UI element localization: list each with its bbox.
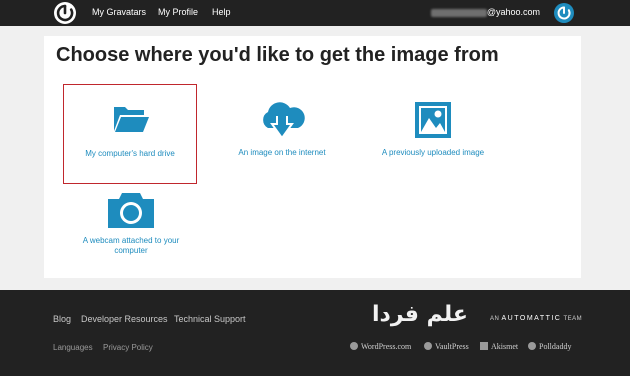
brand-akismet[interactable]: Akismet xyxy=(480,342,518,351)
camera-icon xyxy=(106,190,156,235)
brand-wordpress[interactable]: WordPress.com xyxy=(350,342,411,351)
email-domain: @yahoo.com xyxy=(486,7,540,17)
nav-my-gravatars[interactable]: My Gravatars xyxy=(92,7,146,17)
automattic-credit[interactable]: AN AUTOMATTIC TEAM xyxy=(490,315,582,322)
cloud-download-icon xyxy=(256,98,308,147)
automattic-prefix: AN xyxy=(490,316,500,322)
nav-help[interactable]: Help xyxy=(212,7,231,17)
brand-label: Akismet xyxy=(491,342,519,351)
footer-link-developer-resources[interactable]: Developer Resources xyxy=(81,314,168,324)
account-email[interactable]: @yahoo.com xyxy=(430,7,540,17)
brand-vaultpress[interactable]: VaultPress xyxy=(424,342,469,351)
option-label: My computer's hard drive xyxy=(85,149,175,158)
option-label: A previously uploaded image xyxy=(381,148,485,157)
brand-label: Polldaddy xyxy=(539,342,572,351)
option-previous-upload[interactable]: A previously uploaded image xyxy=(372,96,494,166)
image-icon xyxy=(414,101,452,144)
automattic-suffix: TEAM xyxy=(563,316,583,322)
footer-link-privacy-policy[interactable]: Privacy Policy xyxy=(103,343,153,352)
polldaddy-icon xyxy=(528,342,536,350)
gravatar-avatar-icon[interactable] xyxy=(554,3,574,23)
brand-label: WordPress.com xyxy=(361,342,412,351)
folder-icon xyxy=(112,103,150,140)
akismet-icon xyxy=(480,342,488,350)
option-internet-image[interactable]: An image on the internet xyxy=(222,96,342,166)
automattic-name: AUTOMATTIC xyxy=(501,315,562,322)
page-title: Choose where you'd like to get the image… xyxy=(56,44,499,66)
vaultpress-icon xyxy=(424,342,432,350)
footer xyxy=(0,290,630,376)
option-label: An image on the internet xyxy=(238,148,326,157)
brand-polldaddy[interactable]: Polldaddy xyxy=(528,342,571,351)
option-webcam[interactable]: A webcam attached to your computer xyxy=(70,188,192,260)
footer-link-blog[interactable]: Blog xyxy=(53,314,71,324)
email-redacted xyxy=(430,8,487,17)
footer-link-languages[interactable]: Languages xyxy=(53,343,93,352)
footer-link-technical-support[interactable]: Technical Support xyxy=(174,314,246,324)
nav-my-profile[interactable]: My Profile xyxy=(158,7,198,17)
wordpress-icon xyxy=(350,342,358,350)
option-label: A webcam attached to your computer xyxy=(82,236,180,255)
option-hard-drive[interactable]: My computer's hard drive xyxy=(63,84,197,184)
brand-label: VaultPress xyxy=(435,342,469,351)
gravatar-logo-icon[interactable] xyxy=(54,2,76,24)
watermark-text: علم فردا xyxy=(372,302,468,327)
